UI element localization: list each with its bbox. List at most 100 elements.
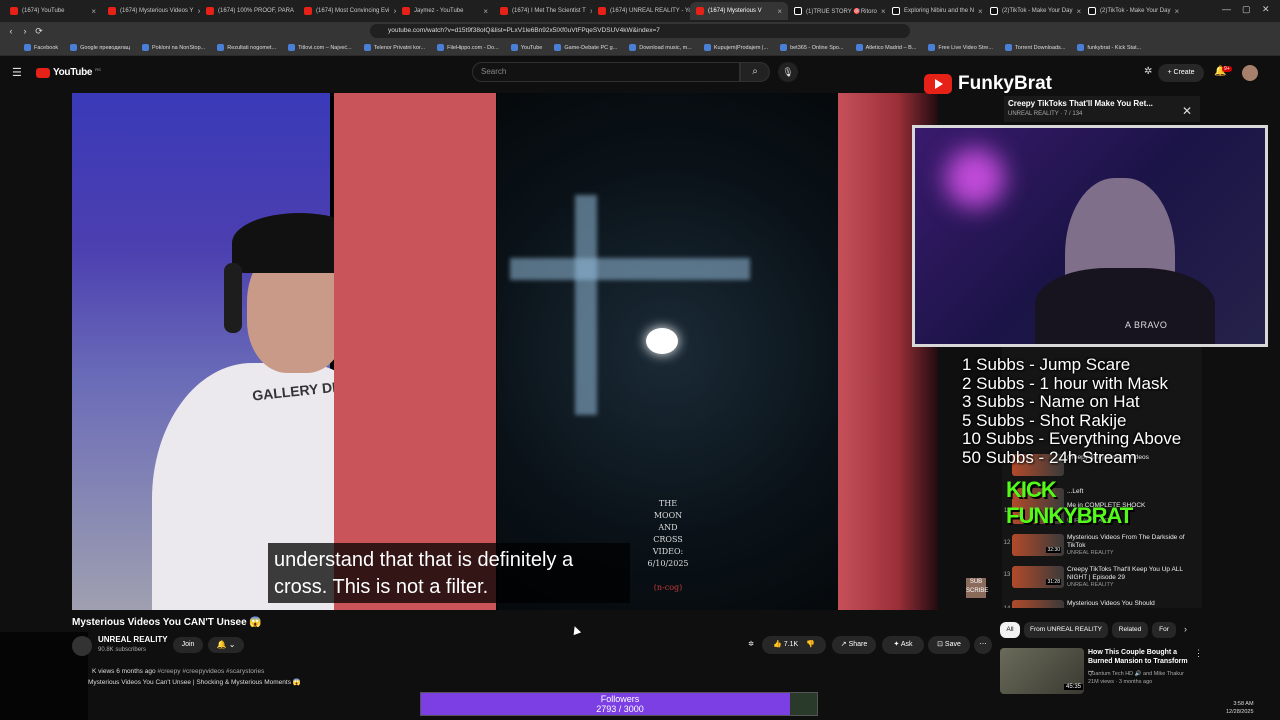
video-player[interactable]: GALLERY DEPT xyxy=(72,93,838,610)
menu-icon[interactable]: ☰ xyxy=(12,66,22,79)
create-button[interactable]: + Create xyxy=(1158,64,1204,82)
forward-icon[interactable]: › xyxy=(18,26,32,36)
bookmark-item[interactable]: Torrent Downloads... xyxy=(1004,44,1066,51)
playlist-index: 12 xyxy=(1003,540,1011,546)
channel-avatar[interactable] xyxy=(72,636,92,656)
browser-tab[interactable]: (2)TikTok - Make Your Day × xyxy=(1082,2,1180,20)
bookmark-item[interactable]: Kupujem|Prodajem |... xyxy=(703,44,768,51)
filter-chip[interactable]: From UNREAL REALITY xyxy=(1024,622,1108,638)
tab-label: (2)TikTok - Make Your Day xyxy=(1100,8,1171,14)
share-button[interactable]: ↗ Share xyxy=(832,636,876,654)
save-button[interactable]: ⊡ Save xyxy=(928,636,970,654)
video-title: Mysterious Videos You CAN'T Unsee 😱 xyxy=(72,617,262,628)
subscribe-watermark[interactable]: SUB SCRIBE xyxy=(966,578,988,598)
browser-tab[interactable]: (1674) 100% PROOF, PARA× xyxy=(200,2,298,20)
description-text[interactable]: Mysterious Videos You Can't Unsee | Shoc… xyxy=(88,678,301,686)
tab-close-icon[interactable]: × xyxy=(91,7,96,16)
maximize-icon[interactable]: ▢ xyxy=(1242,4,1251,15)
bookmark-item[interactable]: funkybrat - Kick Stat... xyxy=(1077,44,1141,51)
tab-close-icon[interactable]: × xyxy=(881,7,886,16)
filter-chip[interactable]: For xyxy=(1152,622,1176,638)
notification-bell-button[interactable]: 🔔 ⌄ xyxy=(208,637,244,653)
bookmark-item[interactable]: Telenor Privatni kor... xyxy=(363,44,425,51)
bookmark-item[interactable]: Pokloni na NonStop... xyxy=(142,44,205,51)
tab-close-icon[interactable]: × xyxy=(483,7,488,16)
bookmark-item[interactable]: bet365 - Online Spo... xyxy=(780,44,844,51)
playlist-item[interactable]: 12 32:30 Mysterious Videos From The Darksi… xyxy=(1002,534,1202,558)
miniplayer-title-text: Creepy TikToks That'll Make You Ret... xyxy=(1008,99,1153,108)
minimize-icon[interactable]: — xyxy=(1222,4,1231,14)
browser-tab[interactable]: (1674) UNREAL REALITY - Yo× xyxy=(592,2,690,20)
red-tree-panel xyxy=(334,93,496,610)
close-window-icon[interactable]: ✕ xyxy=(1262,4,1270,15)
tab-label: (1674) Mysterious V xyxy=(708,8,762,14)
tab-label: (1674) Mysterious Videos Y xyxy=(120,8,194,14)
bookmark-icon: ⊡ xyxy=(937,641,943,648)
host-panel: GALLERY DEPT xyxy=(72,93,402,610)
ask-button[interactable]: ✦ Ask xyxy=(882,636,924,654)
filter-chip[interactable]: All xyxy=(1000,622,1020,638)
browser-tab[interactable]: (1674) I Met The Scientist T× xyxy=(494,2,592,20)
bookmark-item[interactable]: Free Live Video Stre... xyxy=(928,44,993,51)
bookmark-label: bet365 - Online Spo... xyxy=(790,44,844,51)
browser-tab[interactable]: (1)TRUE STORY 🎯Ritoro × xyxy=(788,2,886,20)
bookmark-item[interactable]: Facebook xyxy=(24,44,58,51)
bookmark-label: Torrent Downloads... xyxy=(1014,44,1066,51)
bookmark-item[interactable]: Rezultati nogomet... xyxy=(217,44,276,51)
bookmark-item[interactable]: Google преводилац xyxy=(70,44,130,51)
tab-close-icon[interactable]: × xyxy=(1174,7,1179,16)
youtube-logo[interactable]: YouTube RS xyxy=(36,67,101,78)
voice-search-button[interactable]: 🎙 xyxy=(778,62,798,82)
tab-close-icon[interactable]: × xyxy=(1076,7,1081,16)
miniplayer-title[interactable]: Creepy TikToks That'll Make You Ret... U… xyxy=(1004,96,1200,122)
filter-chip[interactable]: Related xyxy=(1112,622,1148,638)
tab-label: (1)TRUE STORY 🎯Ritoro xyxy=(806,8,877,15)
tab-close-icon[interactable]: × xyxy=(777,7,782,16)
more-vertical-icon[interactable]: ⋮ xyxy=(1194,648,1203,659)
settings-icon[interactable]: ✲ xyxy=(1144,66,1152,77)
bookmark-label: Pokloni na NonStop... xyxy=(152,44,206,51)
playlist-item[interactable]: 14 Mysterious Videos You Should xyxy=(1002,600,1202,608)
streamer-brand: FunkyBrat xyxy=(924,73,1052,95)
tab-close-icon[interactable]: × xyxy=(978,7,983,16)
browser-tab[interactable]: (2)TikTok - Make Your Day × xyxy=(984,2,1082,20)
description-meta[interactable]: K views 6 months ago #creepy #creepyvide… xyxy=(92,668,264,675)
chevron-right-icon[interactable]: › xyxy=(1184,624,1187,634)
bookmark-item[interactable]: Download music, m... xyxy=(629,44,692,51)
search-icon: ⌕ xyxy=(752,66,758,77)
browser-tab[interactable]: (1674) YouTube × xyxy=(4,2,102,20)
browser-tab[interactable]: (1674) Mysterious V × xyxy=(690,2,788,20)
search-button[interactable]: ⌕ xyxy=(740,62,770,82)
browser-tab[interactable]: (1674) Most Convincing Evi × xyxy=(298,2,396,20)
followers-title: Followers xyxy=(600,694,640,704)
tab-label: Jaymez - YouTube xyxy=(414,8,464,14)
channel-name[interactable]: UNREAL REALITY xyxy=(98,635,168,644)
bookmark-item[interactable]: Game-Debate PC g... xyxy=(554,44,617,51)
chevron-down-icon: ⌄ xyxy=(228,640,236,649)
youtube-icon xyxy=(500,7,508,15)
url-input[interactable]: youtube.com/watch?v=d15t9f38oIQ&list=PLx… xyxy=(370,24,910,38)
avatar[interactable] xyxy=(1242,65,1258,81)
bookmark-item[interactable]: Atletico Madrid – B... xyxy=(855,44,917,51)
bookmark-item[interactable]: YouTube xyxy=(510,44,542,51)
browser-tab[interactable]: (1674) Mysterious Videos Y × xyxy=(102,2,200,20)
more-actions-button[interactable]: ⋯ xyxy=(974,636,992,654)
ai-sparkle-icon[interactable]: ✲ xyxy=(744,636,758,654)
bookmark-label: Atletico Madrid – B... xyxy=(865,44,917,51)
back-icon[interactable]: ‹ xyxy=(4,26,18,36)
join-button[interactable]: Join xyxy=(173,637,203,653)
bookmark-icon xyxy=(703,44,711,51)
reload-icon[interactable]: ⟳ xyxy=(32,26,46,37)
like-button[interactable]: 👍 7.1K xyxy=(773,641,798,648)
recommendation-duration: 45:35 xyxy=(1064,684,1084,690)
browser-tab[interactable]: Exploring Nibiru and the N × xyxy=(886,2,984,20)
bookmark-item[interactable]: Titlovi.com – Najveć... xyxy=(288,44,352,51)
bookmark-item[interactable]: FileHippo.com - Do... xyxy=(437,44,499,51)
hashtags[interactable]: #creepy #creepyvideos #scarystories xyxy=(157,668,264,675)
tab-strip: (1674) YouTube × (1674) Mysterious Videos … xyxy=(0,0,1280,22)
playlist-item[interactable]: 13 31:28 Creepy TikToks That'll Keep You U… xyxy=(1002,566,1202,590)
close-icon[interactable]: ✕ xyxy=(1182,104,1192,118)
search-input[interactable]: Search xyxy=(472,62,740,82)
dislike-button[interactable]: 👎 xyxy=(806,641,815,648)
browser-tab[interactable]: Jaymez - YouTube × xyxy=(396,2,494,20)
